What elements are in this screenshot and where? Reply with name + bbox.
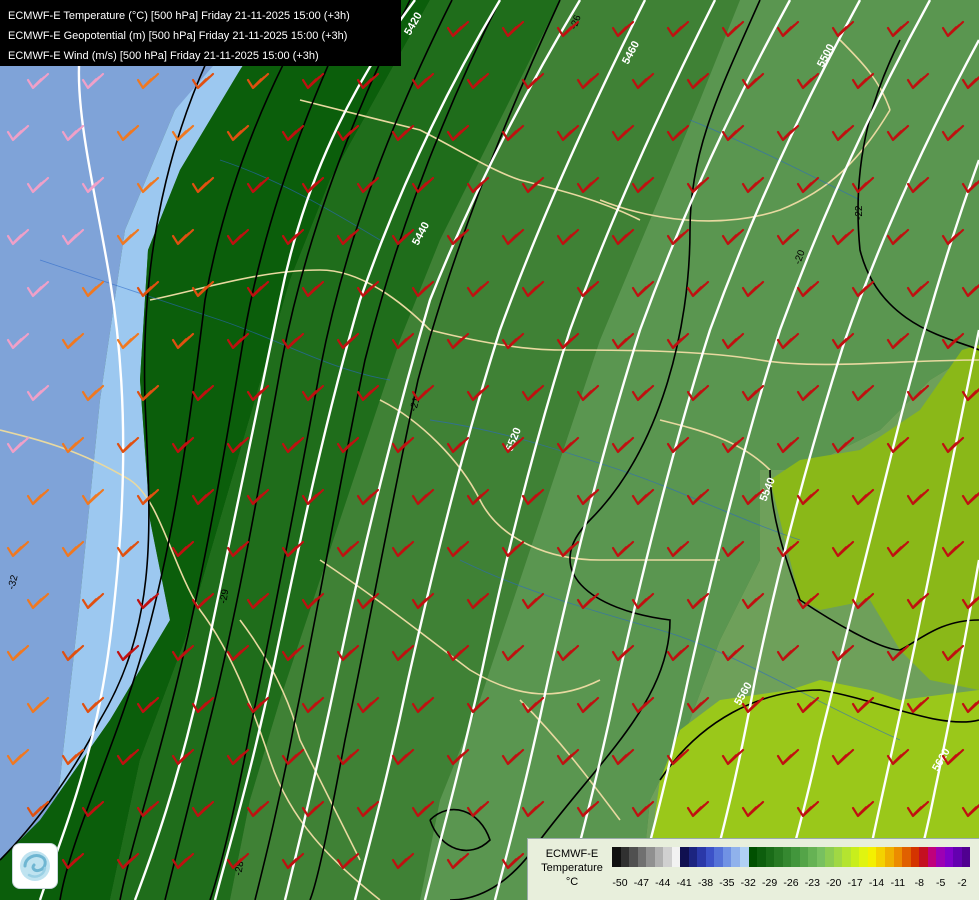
legend-tick-label: -5 <box>935 877 946 889</box>
legend-swatch <box>910 847 920 867</box>
legend-swatch <box>722 847 732 867</box>
legend-tick-label: -32 <box>740 877 756 889</box>
legend-swatch <box>944 847 954 867</box>
legend-swatch <box>739 847 749 867</box>
legend-swatch <box>705 847 715 867</box>
title-temperature: ECMWF-E Temperature (°C) [500 hPa] Frida… <box>8 10 350 22</box>
legend-tick-label: -41 <box>676 877 692 889</box>
legend-title: ECMWF-E Temperature °C <box>532 847 612 889</box>
legend-swatch <box>731 847 740 867</box>
temperature-legend: ECMWF-E Temperature °C -50 -47 -44 -41 -38 -3… <box>527 838 979 900</box>
legend-swatch <box>765 847 775 867</box>
legend-swatch <box>799 847 809 867</box>
temperature-label: -22 <box>854 205 865 220</box>
legend-swatch <box>774 847 783 867</box>
legend-tick-label: -35 <box>719 877 735 889</box>
map-title-box: ECMWF-E Temperature (°C) [500 hPa] Frida… <box>0 0 401 66</box>
legend-swatch <box>680 847 689 867</box>
weather-map: 5420 5440 5460 5500 5520 5540 5560 5620 … <box>0 0 979 900</box>
legend-swatch <box>637 847 647 867</box>
legend-swatch <box>620 847 630 867</box>
legend-swatch <box>850 847 860 867</box>
legend-swatch <box>876 847 885 867</box>
legend-swatch <box>842 847 851 867</box>
legend-swatch <box>654 847 664 867</box>
legend-tick-label: -26 <box>783 877 799 889</box>
legend-tick-label: -20 <box>826 877 842 889</box>
legend-tick-label: -8 <box>914 877 924 889</box>
legend-swatch <box>748 847 758 867</box>
legend-swatch <box>714 847 723 867</box>
legend-swatch <box>927 847 937 867</box>
legend-tick-label: -29 <box>762 877 778 889</box>
legend-swatch <box>833 847 843 867</box>
legend-swatch <box>859 847 868 867</box>
legend-swatch <box>791 847 800 867</box>
legend-swatch <box>825 847 834 867</box>
legend-tick-label: -50 <box>612 877 628 889</box>
legend-tick-label: -23 <box>804 877 820 889</box>
legend-swatch <box>808 847 817 867</box>
logo-icon <box>12 843 58 889</box>
legend-color-scale <box>612 847 971 867</box>
legend-swatch <box>953 847 962 867</box>
legend-swatch <box>757 847 766 867</box>
legend-swatch <box>902 847 911 867</box>
legend-swatch <box>688 847 698 867</box>
legend-swatch <box>919 847 928 867</box>
legend-swatch <box>663 847 672 867</box>
legend-swatch <box>816 847 826 867</box>
legend-title-variable: Temperature <box>541 862 603 874</box>
legend-swatch <box>646 847 655 867</box>
legend-title-unit: °C <box>565 876 579 888</box>
legend-swatch <box>867 847 877 867</box>
legend-swatch <box>961 847 971 867</box>
legend-tick-label: -47 <box>633 877 649 889</box>
legend-swatch <box>885 847 894 867</box>
title-geopotential: ECMWF-E Geopotential (m) [500 hPa] Frida… <box>8 30 348 42</box>
legend-swatch <box>893 847 903 867</box>
legend-tick-label: -2 <box>957 877 967 889</box>
legend-ticks: -50 -47 -44 -41 -38 -35 -32 -29 -26 -23 -20 -17 -14-… <box>612 877 970 891</box>
legend-title-model: ECMWF-E <box>545 848 599 860</box>
legend-tick-label: -17 <box>847 877 863 889</box>
legend-swatch <box>782 847 792 867</box>
title-wind: ECMWF-E Wind (m/s) [500 hPa] Friday 21-1… <box>8 50 319 62</box>
legend-tick-label: -11 <box>890 877 906 889</box>
legend-tick-label: -38 <box>697 877 714 889</box>
legend-swatch <box>671 847 681 867</box>
legend-swatch <box>612 847 621 867</box>
legend-swatch <box>936 847 945 867</box>
legend-swatch <box>697 847 706 867</box>
legend-tick-label: -44 <box>655 877 671 889</box>
legend-swatch <box>629 847 638 867</box>
legend-tick-label: -14 <box>868 877 885 889</box>
